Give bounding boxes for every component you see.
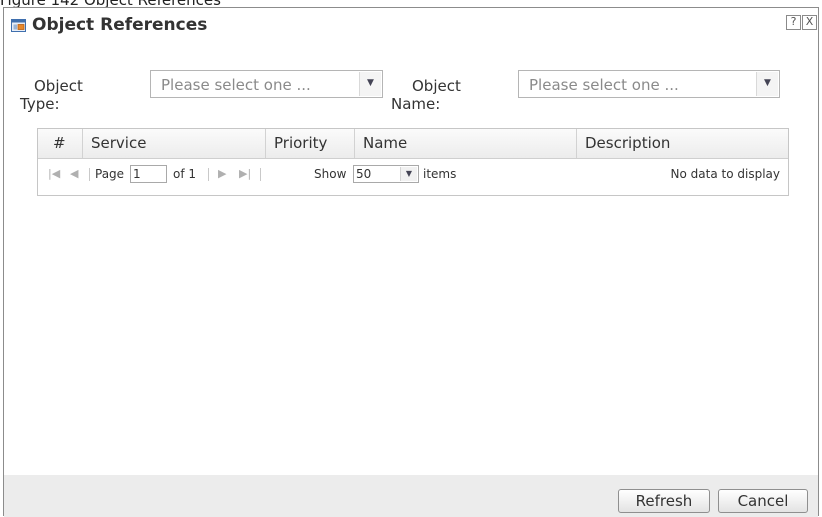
object-type-label-line1: Object: [34, 77, 83, 95]
object-type-label-line2: Type:: [20, 95, 60, 113]
table-header: # Service Priority Name Description: [38, 129, 788, 159]
dialog-title: Object References: [32, 15, 208, 35]
column-header-name[interactable]: Name: [355, 129, 577, 158]
object-type-value: Please select one ...: [161, 76, 311, 94]
dropdown-arrow-icon[interactable]: ▼: [756, 72, 778, 96]
references-table: # Service Priority Name Description |◀ ◀…: [37, 128, 789, 196]
dialog-footer: Refresh Cancel: [4, 475, 818, 517]
object-name-value: Please select one ...: [529, 76, 679, 94]
page-number-input[interactable]: 1: [130, 165, 167, 183]
column-header-description[interactable]: Description: [577, 129, 788, 158]
object-name-select[interactable]: Please select one ... ▼: [518, 70, 780, 98]
help-icon[interactable]: ?: [786, 15, 801, 30]
dialog-titlebar: Object References ? X: [4, 8, 818, 40]
object-type-select[interactable]: Please select one ... ▼: [150, 70, 383, 98]
pagination-toolbar: |◀ ◀ Page 1 of 1 ▶ ▶| Show 50 ▼ items No…: [38, 159, 788, 189]
object-name-label-line1: Object: [412, 77, 461, 95]
first-page-icon[interactable]: |◀: [48, 159, 60, 189]
object-name-label-line2: Name:: [391, 95, 441, 113]
dropdown-arrow-icon[interactable]: ▼: [359, 72, 381, 96]
separator: [260, 168, 261, 181]
separator: [208, 168, 209, 181]
items-label: items: [423, 167, 457, 181]
page-label: Page: [95, 167, 125, 181]
page-size-select[interactable]: 50 ▼: [353, 165, 419, 183]
object-references-dialog: Object References ? X Object Type: Pleas…: [3, 7, 819, 517]
dialog-window-icon: [11, 17, 26, 32]
empty-message: No data to display: [670, 167, 780, 181]
cancel-button[interactable]: Cancel: [718, 489, 808, 513]
page-size-value: 50: [356, 167, 372, 181]
column-header-service[interactable]: Service: [83, 129, 266, 158]
next-page-icon[interactable]: ▶: [218, 159, 226, 189]
separator: [89, 168, 90, 181]
close-icon[interactable]: X: [802, 15, 817, 30]
refresh-button[interactable]: Refresh: [618, 489, 710, 513]
column-header-priority[interactable]: Priority: [266, 129, 355, 158]
last-page-icon[interactable]: ▶|: [239, 159, 251, 189]
page-count-label: of 1: [173, 167, 197, 181]
show-label: Show: [314, 167, 347, 181]
prev-page-icon[interactable]: ◀: [70, 159, 78, 189]
dropdown-arrow-icon[interactable]: ▼: [400, 167, 417, 181]
column-header-number[interactable]: #: [38, 129, 83, 158]
